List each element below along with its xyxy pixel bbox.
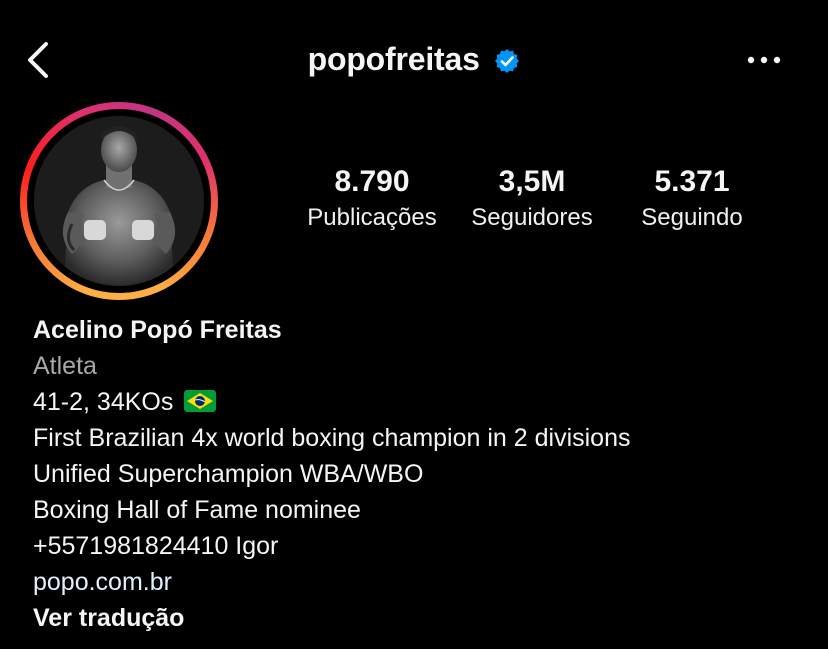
stat-following-value: 5.371 bbox=[654, 165, 730, 198]
stat-posts[interactable]: 8.790 Publicações bbox=[300, 164, 444, 236]
profile-title: popofreitas bbox=[0, 41, 828, 78]
bio-line: First Brazilian 4x world boxing champion… bbox=[33, 424, 631, 452]
bio-line: Boxing Hall of Fame nominee bbox=[33, 496, 361, 524]
bio-line-record-text: 41-2, 34KOs bbox=[33, 388, 174, 416]
avatar-border bbox=[27, 109, 211, 293]
verified-badge-icon bbox=[495, 49, 520, 73]
stat-posts-value: 8.790 bbox=[334, 165, 410, 198]
avatar-photo bbox=[34, 116, 204, 286]
stat-following-label: Seguindo bbox=[641, 204, 743, 231]
stat-followers-value: 3,5M bbox=[498, 165, 566, 198]
bio-line: Unified Superchampion WBA/WBO bbox=[33, 460, 424, 488]
more-options-button[interactable] bbox=[742, 48, 786, 72]
bio-line-phone: +5571981824410 Igor bbox=[33, 532, 279, 560]
stat-posts-label: Publicações bbox=[307, 204, 437, 231]
avatar[interactable] bbox=[34, 116, 204, 286]
more-horizontal-icon bbox=[747, 56, 781, 64]
profile-bio: Acelino Popó Freitas Atleta 41-2, 34KOs … bbox=[33, 312, 813, 636]
story-ring[interactable] bbox=[20, 102, 218, 300]
stat-followers[interactable]: 3,5M Seguidores bbox=[458, 164, 606, 236]
brazil-flag-icon bbox=[184, 390, 217, 412]
stat-following[interactable]: 5.371 Seguindo bbox=[626, 164, 758, 236]
bio-line-record: 41-2, 34KOs bbox=[33, 384, 813, 420]
username: popofreitas bbox=[307, 41, 480, 77]
profile-website-link[interactable]: popo.com.br bbox=[33, 564, 813, 600]
see-translation-button[interactable]: Ver tradução bbox=[33, 600, 813, 636]
stat-followers-label: Seguidores bbox=[471, 204, 593, 231]
profile-category: Atleta bbox=[33, 352, 97, 380]
profile-name: Acelino Popó Freitas bbox=[33, 316, 282, 344]
